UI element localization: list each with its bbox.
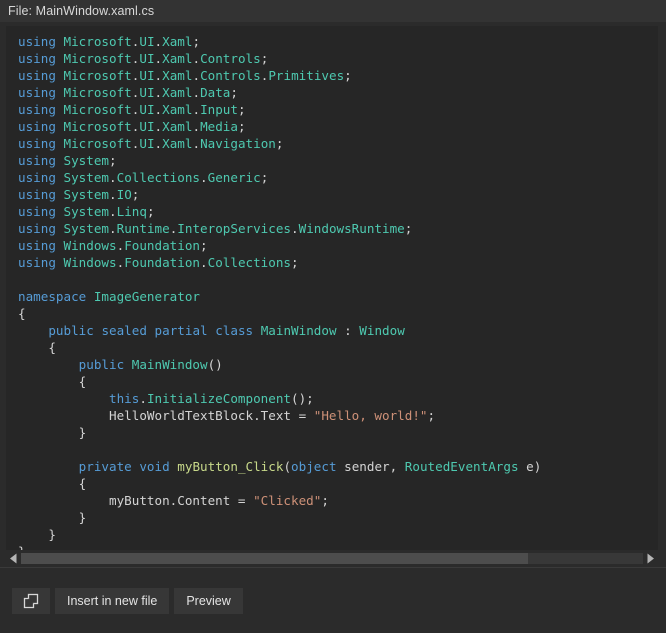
code-block-panel: File: MainWindow.xaml.cs using Microsoft… <box>0 0 666 633</box>
copy-icon <box>22 592 40 610</box>
code-line: HelloWorldTextBlock.Text = "Hello, world… <box>109 408 436 423</box>
code-line: private void myButton_Click(object sende… <box>78 459 542 474</box>
scrollbar-track[interactable] <box>21 553 643 564</box>
code-line: using Microsoft.UI.Xaml; <box>18 34 201 49</box>
scroll-left-arrow-icon[interactable] <box>6 550 21 567</box>
code-line: this.InitializeComponent(); <box>109 391 314 406</box>
code-line: } <box>18 510 87 525</box>
code-line: using System.Runtime.InteropServices.Win… <box>18 221 413 236</box>
page-title: File: MainWindow.xaml.cs <box>8 4 155 18</box>
code-line: } <box>18 527 56 542</box>
code-line: public MainWindow() <box>78 357 223 372</box>
code-line: using Windows.Foundation.Collections; <box>18 255 299 270</box>
code-line: } <box>18 425 87 440</box>
code-line: { <box>18 374 87 389</box>
code-line: using System; <box>18 153 117 168</box>
code-line: using Microsoft.UI.Xaml.Input; <box>18 102 246 117</box>
code-line: public sealed partial class MainWindow :… <box>48 323 405 338</box>
code-line: using System.Collections.Generic; <box>18 170 269 185</box>
preview-button[interactable]: Preview <box>174 587 243 614</box>
insert-in-new-file-button[interactable]: Insert in new file <box>55 587 170 614</box>
code-panel[interactable]: using Microsoft.UI.Xaml; using Microsoft.… <box>6 26 658 567</box>
code-line: using Windows.Foundation; <box>18 238 208 253</box>
code-line: using Microsoft.UI.Xaml.Data; <box>18 85 238 100</box>
action-toolbar: Insert in new file Preview <box>0 567 666 633</box>
copy-button[interactable] <box>12 587 50 614</box>
horizontal-scrollbar[interactable] <box>6 550 658 567</box>
code-content[interactable]: using Microsoft.UI.Xaml; using Microsoft.… <box>6 26 658 560</box>
file-header: File: MainWindow.xaml.cs <box>0 0 666 22</box>
code-line: using System.Linq; <box>18 204 155 219</box>
code-line: using System.IO; <box>18 187 140 202</box>
code-line: using Microsoft.UI.Xaml.Controls.Primiti… <box>18 68 352 83</box>
scroll-right-arrow-icon[interactable] <box>643 550 658 567</box>
code-line: { <box>18 306 26 321</box>
code-viewport: using Microsoft.UI.Xaml; using Microsoft.… <box>0 22 666 567</box>
code-line: using Microsoft.UI.Xaml.Navigation; <box>18 136 284 151</box>
scrollbar-thumb[interactable] <box>21 553 528 564</box>
code-line: myButton.Content = "Clicked"; <box>109 493 329 508</box>
code-line: namespace ImageGenerator <box>18 289 200 304</box>
code-line: using Microsoft.UI.Xaml.Controls; <box>18 51 269 66</box>
code-line: { <box>18 476 87 491</box>
code-line: using Microsoft.UI.Xaml.Media; <box>18 119 246 134</box>
code-line: { <box>18 340 56 355</box>
